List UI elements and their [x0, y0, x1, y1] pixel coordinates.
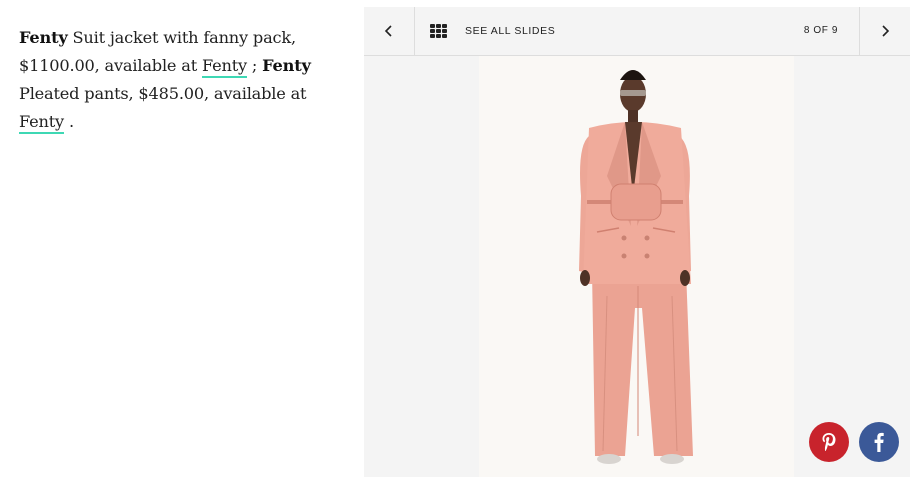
item1-shop-link[interactable]: Fenty: [201, 56, 247, 78]
slide-photo: [479, 56, 794, 477]
caption-separator: ;: [246, 56, 263, 75]
pinterest-icon: [822, 433, 836, 451]
previous-slide-button[interactable]: [364, 7, 415, 55]
slide-counter: 8 OF 9: [803, 25, 838, 36]
grid-icon: [430, 24, 448, 38]
chevron-left-icon: [384, 25, 392, 37]
item1-brand: Fenty: [19, 28, 68, 47]
pinterest-share-button[interactable]: [809, 422, 849, 462]
caption-end: .: [64, 112, 74, 131]
item2-brand: Fenty: [262, 56, 311, 75]
see-all-slides-label: SEE ALL SLIDES: [465, 25, 556, 37]
item2-shop-link[interactable]: Fenty: [19, 112, 64, 134]
see-all-slides-button[interactable]: SEE ALL SLIDES: [430, 7, 555, 55]
slideshow-toolbar: SEE ALL SLIDES 8 OF 9: [364, 7, 910, 56]
item2-description: Pleated pants, $485.00, available at: [19, 84, 307, 103]
slideshow: SEE ALL SLIDES 8 OF 9: [364, 7, 910, 477]
chevron-right-icon: [882, 25, 890, 37]
model-in-pink-suit-image: [479, 56, 794, 477]
next-slide-button[interactable]: [859, 7, 910, 55]
facebook-share-button[interactable]: [859, 422, 899, 462]
slide-caption: Fenty Suit jacket with fanny pack, $1100…: [19, 24, 349, 136]
facebook-icon: [874, 432, 884, 452]
